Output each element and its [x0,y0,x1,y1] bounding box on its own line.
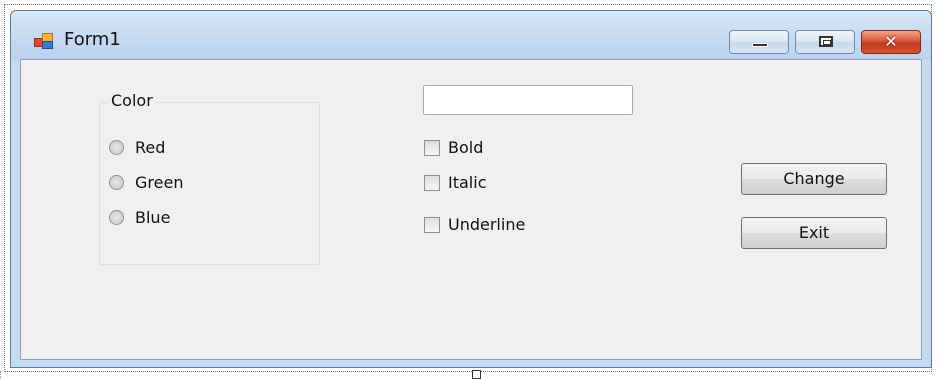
radio-circle-icon[interactable] [109,210,124,225]
color-group-title: Color [108,91,156,110]
radio-circle-icon[interactable] [109,140,124,155]
sizing-grip [0,371,4,379]
windows-form-icon [34,32,54,49]
checkbox-label[interactable]: Italic [448,173,486,192]
radio-label[interactable]: Red [135,138,165,157]
radio-label[interactable]: Green [135,173,183,192]
checkbox-square-icon[interactable] [424,217,440,233]
close-icon: ✕ [884,32,898,51]
change-button[interactable]: Change [741,163,887,195]
text-input[interactable] [423,85,633,115]
window-title: Form1 [64,29,121,50]
radio-label[interactable]: Blue [135,208,170,227]
minimize-icon [752,43,768,47]
checkbox-label[interactable]: Underline [448,215,525,234]
maximize-button[interactable] [795,30,855,54]
minimize-button[interactable] [729,30,789,54]
maximize-icon [819,36,833,47]
form-client-area: Color Red Green Blue Bold Italic Underli… [20,59,922,360]
checkbox-square-icon[interactable] [424,140,440,156]
color-groupbox: Color Red Green Blue [99,91,320,265]
checkbox-square-icon[interactable] [424,175,440,191]
radio-circle-icon[interactable] [109,175,124,190]
title-bar[interactable]: Form1 ✕ [11,11,931,59]
exit-button[interactable]: Exit [741,217,887,249]
close-button[interactable]: ✕ [861,30,921,54]
resize-handle-bottom[interactable] [472,370,481,379]
checkbox-label[interactable]: Bold [448,138,483,157]
form-window: Form1 ✕ Color Red Green Blue Bold Italic… [10,10,932,368]
